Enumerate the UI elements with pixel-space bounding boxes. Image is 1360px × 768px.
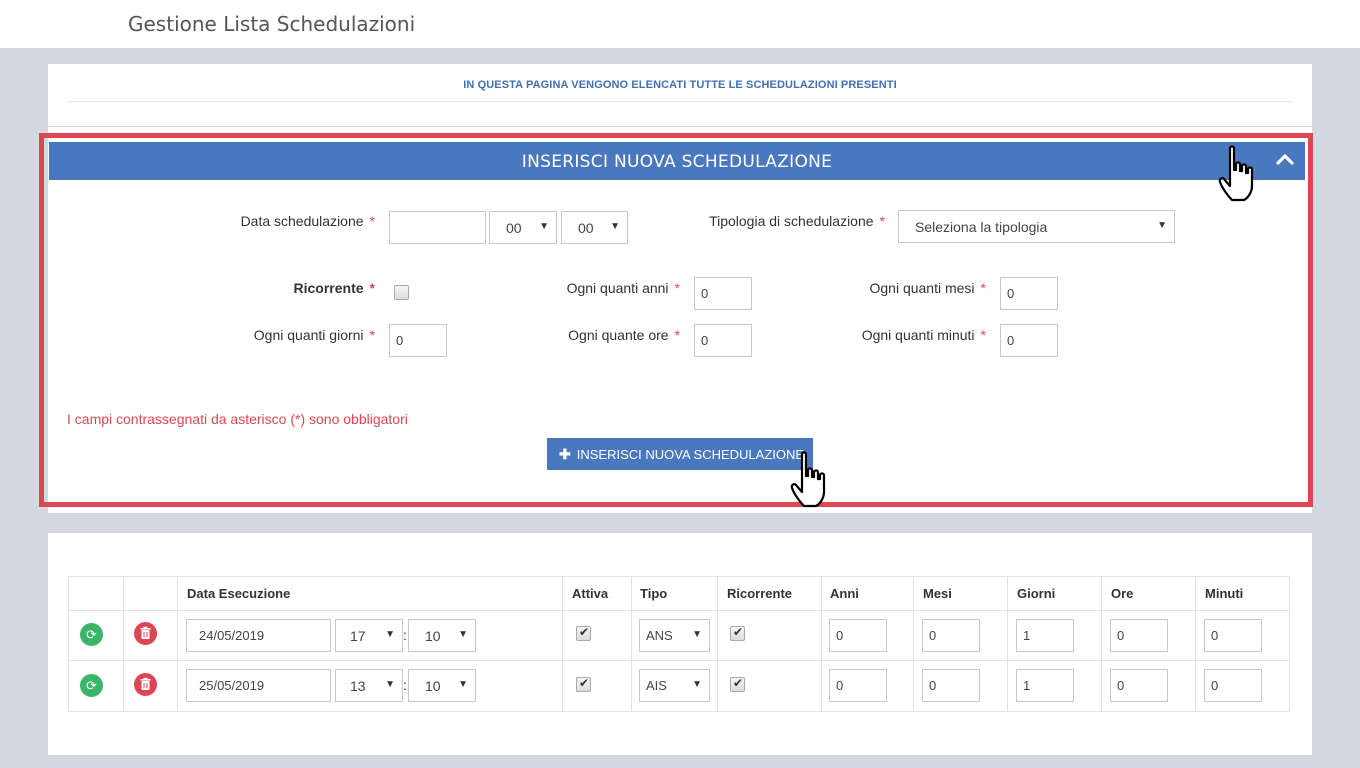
column-divider xyxy=(562,576,563,712)
refresh-button[interactable]: ⟳ xyxy=(80,623,103,646)
new-schedule-title: INSERISCI NUOVA SCHEDULAZIONE xyxy=(521,152,833,172)
col-header-ricorrente: Ricorrente xyxy=(727,586,793,601)
delete-button[interactable] xyxy=(134,673,157,696)
column-divider xyxy=(177,576,178,712)
tipologia-label: Tipologia di schedulazione * xyxy=(709,213,885,229)
hand-pointer-icon xyxy=(1218,145,1254,202)
col-header-mesi: Mesi xyxy=(923,586,952,601)
row-giorni-input[interactable]: 1 xyxy=(1016,669,1074,702)
row-tipo-select[interactable]: AIS ▼ xyxy=(639,669,710,702)
trash-icon xyxy=(140,677,151,690)
caret-down-icon: ▼ xyxy=(692,629,702,640)
caret-down-icon: ▼ xyxy=(458,629,468,640)
column-divider xyxy=(631,576,632,712)
delete-button[interactable] xyxy=(134,622,157,645)
anni-label: Ogni quanti anni * xyxy=(566,280,680,296)
anni-input[interactable]: 0 xyxy=(694,277,752,310)
caret-down-icon: ▼ xyxy=(539,221,549,232)
row-hour-select[interactable]: 17 ▼ xyxy=(335,619,403,652)
row-date-input[interactable]: 25/05/2019 xyxy=(186,669,331,702)
column-divider xyxy=(1101,576,1102,712)
hand-pointer-icon xyxy=(790,451,826,508)
row-minuti-input[interactable]: 0 xyxy=(1204,619,1262,652)
column-divider xyxy=(123,576,124,712)
info-panel: IN QUESTA PAGINA VENGONO ELENCATI TUTTE … xyxy=(48,64,1312,126)
caret-down-icon: ▼ xyxy=(692,679,702,690)
tipologia-select[interactable]: Seleziona la tipologia ▼ xyxy=(898,210,1175,243)
row-mesi-input[interactable]: 0 xyxy=(922,669,980,702)
row-mesi-input[interactable]: 0 xyxy=(922,619,980,652)
row-giorni-input[interactable]: 1 xyxy=(1016,619,1074,652)
caret-down-icon: ▼ xyxy=(385,679,395,690)
divider xyxy=(68,101,1292,102)
column-divider xyxy=(717,576,718,712)
ricorrente-label: Ricorrente * xyxy=(293,280,375,296)
caret-down-icon: ▼ xyxy=(1157,220,1167,231)
required-fields-note: I campi contrassegnati da asterisco (*) … xyxy=(67,411,408,427)
row-attiva-checkbox[interactable] xyxy=(576,676,591,692)
mesi-input[interactable]: 0 xyxy=(1000,277,1058,310)
refresh-icon: ⟳ xyxy=(86,627,97,642)
ore-label: Ogni quante ore * xyxy=(568,327,680,343)
col-header-tipo: Tipo xyxy=(640,586,668,601)
column-divider xyxy=(1195,576,1196,712)
collapse-button[interactable] xyxy=(1275,150,1295,170)
caret-down-icon: ▼ xyxy=(385,629,395,640)
minute-select[interactable]: 00 ▼ xyxy=(561,211,628,244)
refresh-button[interactable]: ⟳ xyxy=(80,674,103,697)
col-header-minuti: Minuti xyxy=(1205,586,1244,601)
row-ricorrente-checkbox[interactable] xyxy=(730,625,745,641)
row-minuti-input[interactable]: 0 xyxy=(1204,669,1262,702)
minuti-input[interactable]: 0 xyxy=(1000,324,1058,357)
new-schedule-header[interactable]: INSERISCI NUOVA SCHEDULAZIONE xyxy=(49,142,1305,180)
row-minute-select[interactable]: 10 ▼ xyxy=(408,669,476,702)
col-header-anni: Anni xyxy=(830,586,859,601)
row-date-input[interactable]: 24/05/2019 xyxy=(186,619,331,652)
column-divider xyxy=(1007,576,1008,712)
giorni-input[interactable]: 0 xyxy=(389,324,447,357)
row-minute-select[interactable]: 10 ▼ xyxy=(408,619,476,652)
row-ricorrente-checkbox[interactable] xyxy=(730,676,745,692)
plus-icon: ✚ xyxy=(559,446,571,462)
info-text: IN QUESTA PAGINA VENGONO ELENCATI TUTTE … xyxy=(463,79,897,91)
hour-select[interactable]: 00 ▼ xyxy=(489,211,557,244)
time-separator: : xyxy=(403,627,407,643)
column-divider xyxy=(821,576,822,712)
row-ore-input[interactable]: 0 xyxy=(1110,619,1168,652)
col-header-ore: Ore xyxy=(1111,586,1134,601)
page-title: Gestione Lista Schedulazioni xyxy=(128,12,416,36)
refresh-icon: ⟳ xyxy=(86,678,97,693)
date-input[interactable] xyxy=(389,211,486,244)
insert-schedule-label: INSERISCI NUOVA SCHEDULAZIONE xyxy=(576,447,805,462)
table-divider xyxy=(68,610,1290,611)
trash-icon xyxy=(140,626,151,639)
time-separator: : xyxy=(403,677,407,693)
row-hour-select[interactable]: 13 ▼ xyxy=(335,669,403,702)
row-ore-input[interactable]: 0 xyxy=(1110,669,1168,702)
column-divider xyxy=(913,576,914,712)
top-bar: Gestione Lista Schedulazioni xyxy=(0,0,1360,48)
mesi-label: Ogni quanti mesi * xyxy=(869,280,986,296)
row-anni-input[interactable]: 0 xyxy=(829,669,887,702)
chevron-up-icon xyxy=(1276,154,1294,165)
col-header-giorni: Giorni xyxy=(1017,586,1056,601)
col-header-attiva: Attiva xyxy=(572,586,609,601)
data-schedulazione-label: Data schedulazione * xyxy=(240,213,375,229)
row-tipo-select[interactable]: ANS ▼ xyxy=(639,619,710,652)
col-header-data: Data Esecuzione xyxy=(187,586,291,601)
ricorrente-checkbox[interactable] xyxy=(394,285,409,300)
row-anni-input[interactable]: 0 xyxy=(829,619,887,652)
insert-schedule-button[interactable]: ✚ INSERISCI NUOVA SCHEDULAZIONE xyxy=(547,438,813,470)
minuti-label: Ogni quanti minuti * xyxy=(861,327,986,343)
row-attiva-checkbox[interactable] xyxy=(576,625,591,641)
giorni-label: Ogni quanti giorni * xyxy=(253,327,375,343)
caret-down-icon: ▼ xyxy=(458,679,468,690)
ore-input[interactable]: 0 xyxy=(694,324,752,357)
table-divider xyxy=(68,660,1290,661)
caret-down-icon: ▼ xyxy=(610,221,620,232)
